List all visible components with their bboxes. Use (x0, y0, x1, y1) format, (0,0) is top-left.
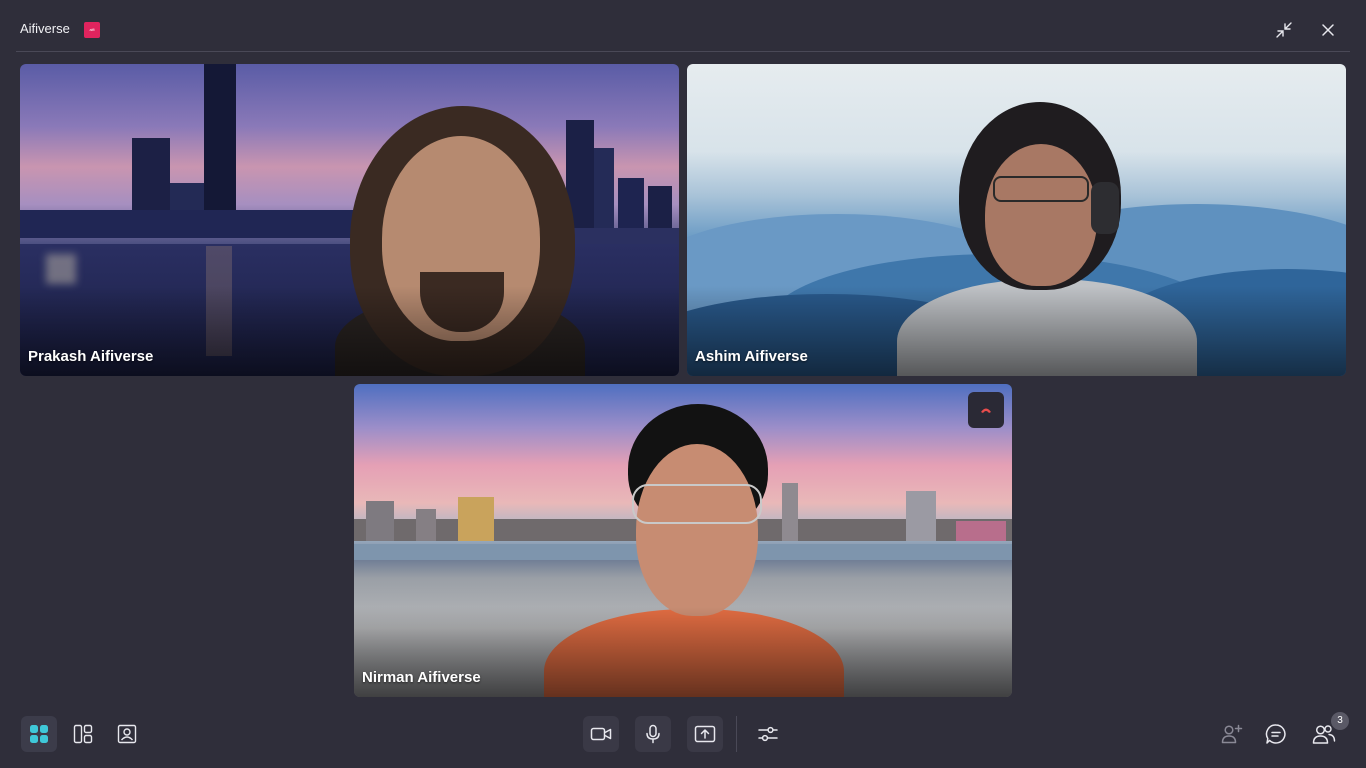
skyline-building (906, 491, 936, 541)
microphone-icon (646, 724, 660, 744)
person-headset (1091, 182, 1119, 234)
participant-name: Prakash Aifiverse (28, 348, 154, 365)
sliders-icon (758, 726, 778, 742)
person-glasses (632, 484, 762, 524)
share-screen-button[interactable] (687, 716, 723, 752)
phone-hangup-icon (981, 408, 991, 413)
skyline-building (782, 483, 798, 541)
add-person-icon (1221, 724, 1243, 744)
app-logo-badge: aifi (84, 22, 100, 38)
skyline-strip (20, 210, 360, 238)
app-title: Aifiverse (20, 21, 70, 36)
title-divider (16, 51, 1350, 52)
sidebar-layout-icon (73, 724, 93, 744)
light-reflection (46, 254, 76, 284)
chat-icon (1265, 724, 1286, 744)
camera-button[interactable] (583, 716, 619, 752)
skyline-building (416, 509, 436, 541)
skyline-building (956, 521, 1006, 541)
speaker-view-button[interactable] (109, 716, 145, 752)
sidebar-layout-button[interactable] (65, 716, 101, 752)
video-tile-nirman[interactable]: Nirman Aifiverse (354, 384, 1012, 697)
skyline-building (458, 497, 494, 541)
video-tile-ashim[interactable]: Ashim Aifiverse (687, 64, 1346, 376)
skyline-building (594, 148, 614, 238)
minimize-icon (1276, 22, 1292, 38)
minimize-button[interactable] (1274, 20, 1294, 40)
video-tile-prakash[interactable]: Prakash Aifiverse (20, 64, 679, 376)
person-face (985, 144, 1097, 286)
settings-button[interactable] (750, 716, 786, 752)
participant-name: Nirman Aifiverse (362, 669, 481, 686)
toolbar-divider (736, 716, 737, 752)
close-button[interactable] (1318, 20, 1338, 40)
participant-name: Ashim Aifiverse (695, 348, 808, 365)
grid-view-icon (30, 725, 48, 743)
title-bar: Aifiverse aifi (0, 0, 1366, 52)
person-glasses (993, 176, 1089, 202)
video-camera-icon (590, 727, 612, 741)
skyline-building (366, 501, 394, 541)
grid-view-button[interactable] (21, 716, 57, 752)
person-face (636, 444, 758, 616)
leave-call-button[interactable] (968, 392, 1004, 428)
add-participant-button[interactable] (1214, 716, 1250, 752)
close-icon (1322, 24, 1334, 36)
share-screen-icon (694, 725, 716, 743)
speaker-view-icon (117, 724, 137, 744)
participants-count-badge: 3 (1331, 712, 1349, 730)
chat-button[interactable] (1258, 716, 1294, 752)
microphone-button[interactable] (635, 716, 671, 752)
